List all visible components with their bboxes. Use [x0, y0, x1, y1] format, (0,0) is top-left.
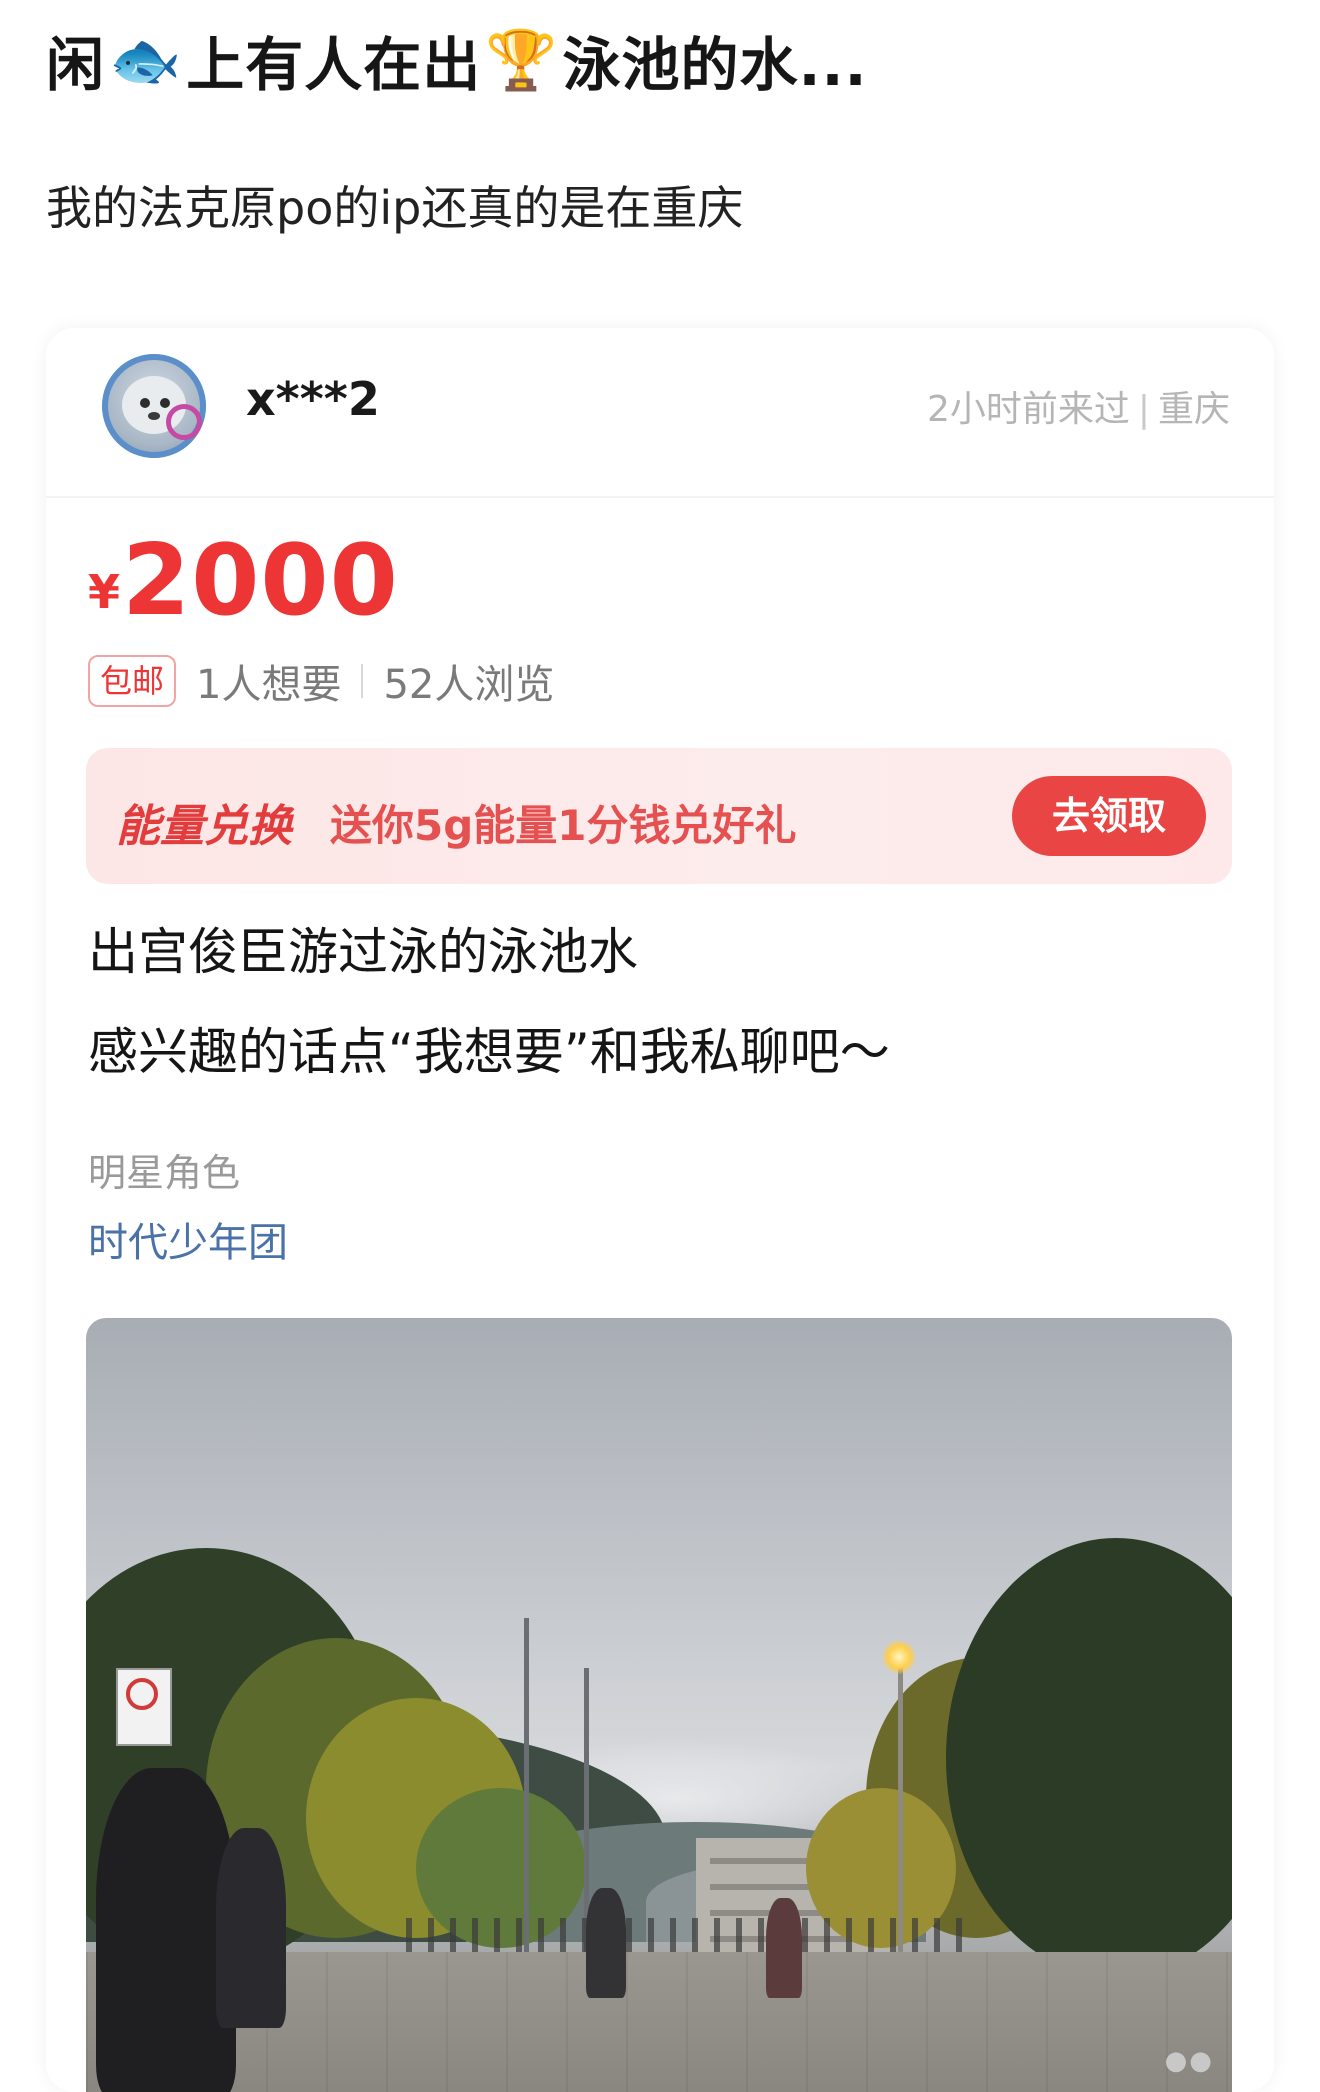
free-shipping-badge: 包邮: [88, 655, 177, 707]
price-currency: ¥: [88, 565, 121, 619]
seller-location: 重庆: [1157, 389, 1230, 430]
post-title-part-3: 泳池的水...: [562, 31, 868, 99]
tag-label: 明星角色: [88, 1151, 241, 1195]
avatar-nose: [148, 412, 160, 420]
avatar-ring: [166, 404, 202, 440]
meta-divider: |: [1137, 389, 1150, 430]
photo-no-entry-sign: [116, 1668, 172, 1746]
post-title-part-1: 闲: [46, 31, 106, 99]
price: ¥2000: [88, 524, 399, 638]
seller-username[interactable]: x***2: [246, 372, 380, 426]
photo-street-lamp: [882, 1640, 916, 1674]
trophy-icon: 🏆: [485, 25, 559, 94]
post-body: 我的法克原po的ip还真的是在重庆: [46, 181, 744, 235]
listing-card[interactable]: x***2 2小时前来过 | 重庆 ¥2000 包邮 1人想要 52人浏览 能量兑换…: [46, 328, 1274, 2092]
post-title: 闲 🐟 上有人在出 🏆 泳池的水...: [46, 18, 1266, 102]
stats-divider: [361, 664, 364, 698]
avatar-eye-right: [160, 398, 170, 408]
price-amount: 2000: [122, 524, 399, 638]
energy-promo-banner[interactable]: 能量兑换 送你5g能量1分钱兑好礼 去领取: [86, 748, 1232, 884]
seller-meta: 2小时前来过 | 重庆: [927, 380, 1230, 432]
tag-value-link[interactable]: 时代少年团: [88, 1210, 288, 1268]
photo-lamp-pole: [524, 1618, 529, 1958]
fish-icon: 🐟: [109, 25, 183, 94]
promo-title: 能量兑换: [116, 801, 292, 852]
photo-person: [586, 1888, 626, 1998]
photo-person: [766, 1898, 802, 1998]
claim-button[interactable]: 去领取: [1012, 776, 1206, 856]
more-dots-icon: ●●: [1164, 2046, 1214, 2076]
avatar-eye-left: [140, 398, 150, 408]
photo-person: [216, 1828, 286, 2028]
post-title-part-2: 上有人在出: [186, 31, 482, 99]
stats-row: 包邮 1人想要 52人浏览: [88, 652, 554, 710]
promo-text: 送你5g能量1分钱兑好礼: [330, 801, 797, 850]
description-line-1: 出宫俊臣游过泳的泳池水: [88, 923, 638, 981]
avatar[interactable]: [102, 354, 206, 458]
wants-count: 1人想要: [196, 662, 342, 708]
product-photo[interactable]: ●●: [86, 1318, 1232, 2092]
description-line-2: 感兴趣的话点“我想要”和我私聊吧～: [88, 1023, 890, 1081]
seller-bar[interactable]: x***2 2小时前来过 | 重庆: [46, 328, 1274, 498]
seller-last-seen: 2小时前来过: [926, 389, 1130, 430]
views-count: 52人浏览: [383, 662, 555, 708]
photo-person: [96, 1768, 236, 2092]
